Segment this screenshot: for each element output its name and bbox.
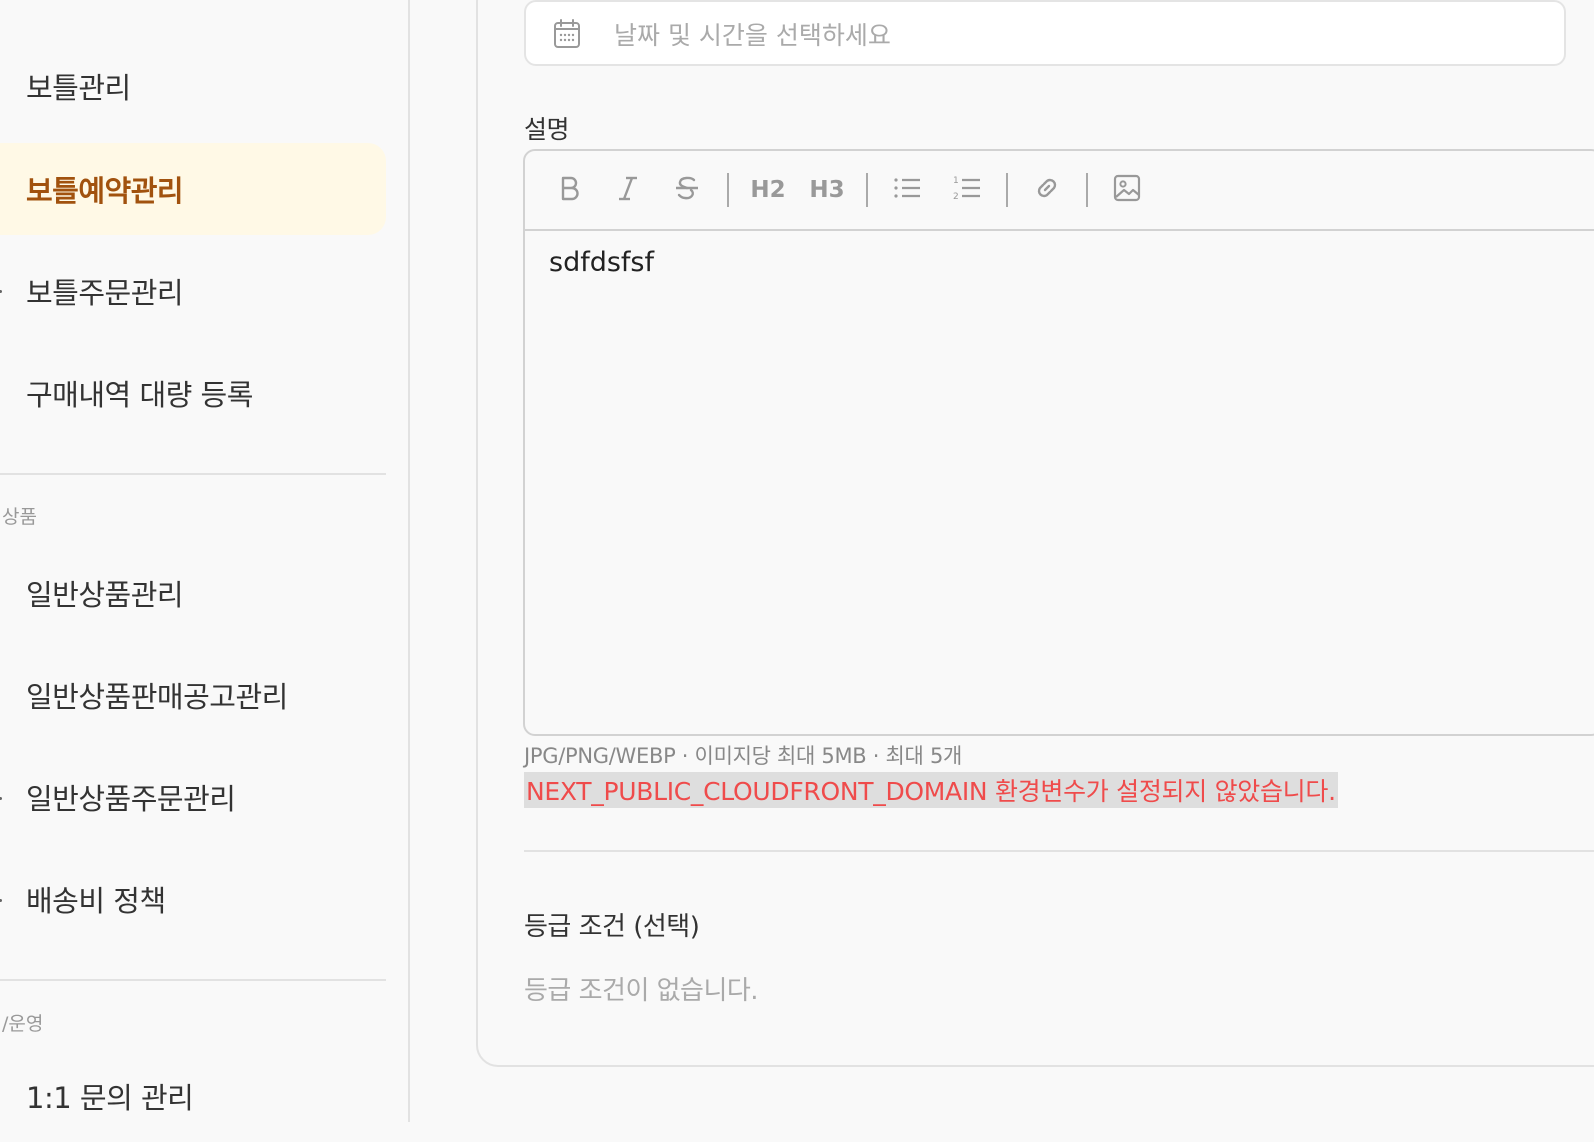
sidebar-item-label: 일반상품주문관리: [26, 782, 236, 816]
ordered-list-button[interactable]: 12: [946, 169, 988, 211]
sidebar-divider: [0, 979, 386, 981]
sidebar-item-bottle-management[interactable]: 보틀관리: [0, 40, 386, 132]
image-upload-button[interactable]: [1106, 169, 1148, 211]
toolbar-separator: [866, 173, 868, 207]
bold-icon: [557, 174, 583, 206]
sidebar-item-inquiry-management[interactable]: 1:1 문의 관리: [0, 1050, 386, 1142]
sidebar-item-general-products[interactable]: 일반상품관리: [0, 547, 386, 639]
link-icon: [1032, 173, 1062, 207]
section-divider: [524, 850, 1594, 852]
sidebar-item-label: 보틀예약관리: [26, 174, 184, 208]
sidebar-divider: [0, 473, 386, 475]
editor-toolbar: H2 H3 12: [525, 151, 1594, 231]
heading-2-button[interactable]: H2: [747, 169, 789, 211]
link-button[interactable]: [1026, 169, 1068, 211]
strikethrough-button[interactable]: [666, 169, 708, 211]
sidebar: 보틀관리 보틀예약관리 보틀주문관리 구매내역 대량 등록 상품 일반상품관리 …: [0, 0, 410, 1122]
image-icon: [1112, 173, 1142, 207]
sidebar-item-label: 배송비 정책: [26, 884, 166, 918]
sidebar-item-label: 일반상품판매공고관리: [26, 680, 288, 714]
h3-label: H3: [809, 177, 845, 203]
editor-content-area[interactable]: sdfdsfsf: [549, 247, 1549, 707]
h2-label: H2: [750, 177, 786, 203]
rich-text-editor: H2 H3 12 sdfdsfsf: [523, 149, 1594, 736]
sidebar-item-shipping-policy[interactable]: 배송비 정책: [0, 853, 386, 945]
sidebar-item-bottle-reservation[interactable]: 보틀예약관리: [0, 143, 386, 235]
sidebar-item-label: 구매내역 대량 등록: [26, 378, 253, 412]
heading-3-button[interactable]: H3: [806, 169, 848, 211]
sidebar-item-general-product-sales-notice[interactable]: 일반상품판매공고관리: [0, 649, 386, 741]
toolbar-separator: [1086, 173, 1088, 207]
bold-button[interactable]: [549, 169, 591, 211]
strikethrough-icon: [673, 174, 701, 206]
svg-text:2: 2: [953, 192, 959, 202]
calendar-icon: [552, 18, 582, 54]
grade-condition-label: 등급 조건 (선택): [524, 912, 700, 942]
grade-condition-empty-text: 등급 조건이 없습니다.: [524, 976, 759, 1006]
sidebar-item-label: 보틀주문관리: [26, 276, 184, 310]
datetime-picker[interactable]: [524, 0, 1566, 66]
sidebar-item-label: 보틀관리: [26, 71, 131, 105]
sidebar-item-bulk-purchase-upload[interactable]: 구매내역 대량 등록: [0, 347, 386, 439]
sidebar-section-operations: /운영: [2, 1013, 44, 1035]
ordered-list-icon: 12: [952, 174, 982, 206]
italic-icon: [615, 174, 641, 206]
sidebar-item-general-product-orders[interactable]: 일반상품주문관리: [0, 751, 386, 843]
toolbar-separator: [727, 173, 729, 207]
image-upload-help-text: JPG/PNG/WEBP · 이미지당 최대 5MB · 최대 5개: [524, 744, 963, 768]
datetime-input[interactable]: [612, 12, 1516, 58]
svg-text:1: 1: [953, 176, 959, 186]
toolbar-separator: [1006, 173, 1008, 207]
sidebar-item-bottle-orders[interactable]: 보틀주문관리: [0, 245, 386, 337]
sidebar-item-label: 일반상품관리: [26, 578, 184, 612]
description-label: 설명: [524, 115, 570, 144]
sidebar-item-label: 1:1 문의 관리: [26, 1081, 194, 1115]
bullet-list-icon: [892, 174, 922, 206]
italic-button[interactable]: [607, 169, 649, 211]
error-message: NEXT_PUBLIC_CLOUDFRONT_DOMAIN 환경변수가 설정되지…: [524, 772, 1338, 808]
bullet-list-button[interactable]: [886, 169, 928, 211]
sidebar-section-products: 상품: [2, 506, 37, 528]
